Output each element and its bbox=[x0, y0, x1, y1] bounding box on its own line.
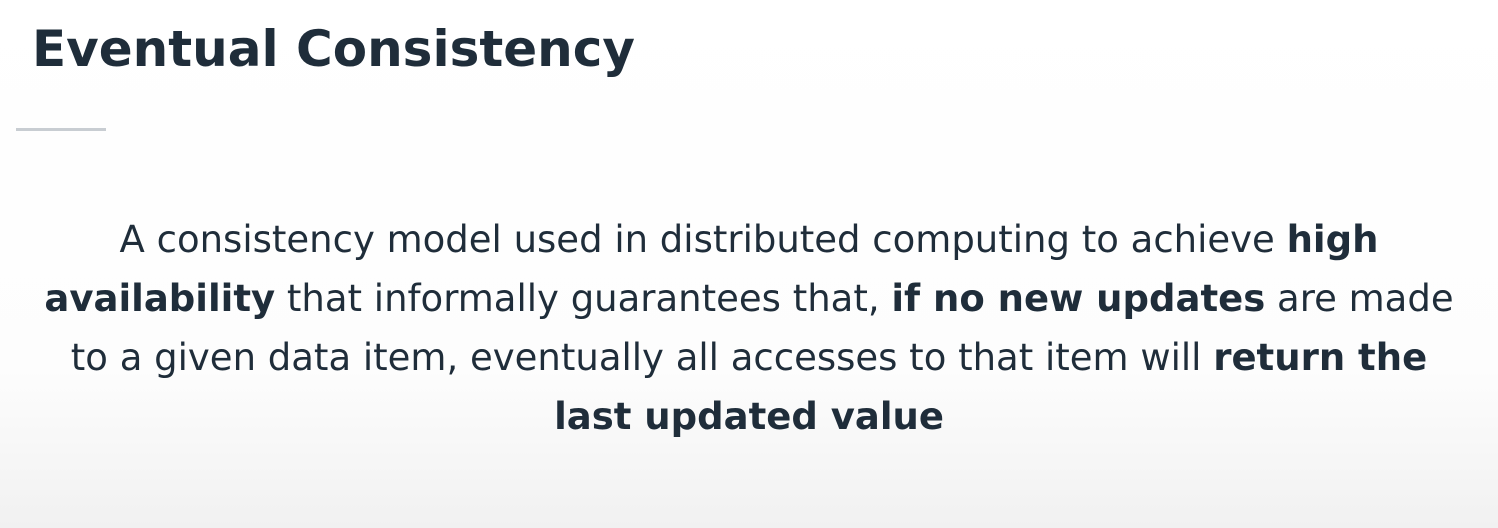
definition-part-1: A consistency model used in distributed … bbox=[119, 218, 1287, 261]
definition-bold-no-new-updates: if no new updates bbox=[891, 277, 1266, 320]
slide: Eventual Consistency A consistency model… bbox=[0, 0, 1498, 528]
slide-title: Eventual Consistency bbox=[32, 20, 635, 78]
title-divider bbox=[16, 128, 106, 131]
definition-text: A consistency model used in distributed … bbox=[40, 210, 1458, 446]
definition-part-2: that informally guarantees that, bbox=[275, 277, 892, 320]
